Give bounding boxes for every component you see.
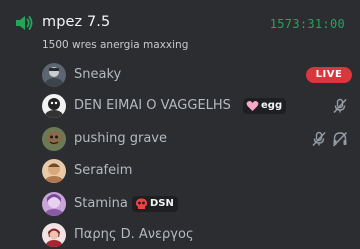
voice-member[interactable]: Παρης D. Ανεργος	[38, 221, 360, 249]
channel-name: mpez 7.5	[42, 14, 111, 30]
member-name: Παρης D. Ανεργος	[74, 227, 194, 242]
channel-status: 1500 wres anergia maxxing	[42, 39, 189, 51]
speaker-icon	[16, 16, 33, 30]
voice-member[interactable]: Stamina DSN	[38, 190, 360, 218]
voice-member[interactable]: Serafeim	[38, 157, 360, 185]
headset-deafened-icon	[332, 131, 348, 147]
avatar	[42, 192, 66, 216]
member-name: DEN EIMAI O VAGGELHS	[74, 98, 231, 113]
channel-timer: 1573:31:00	[269, 17, 345, 31]
live-badge: LIVE	[306, 67, 352, 83]
member-name: Serafeim	[74, 163, 133, 178]
mic-muted-icon	[312, 131, 326, 147]
voice-member[interactable]: Sneaky LIVE	[38, 61, 360, 89]
voice-member[interactable]: DEN EIMAI O VAGGELHS egg	[38, 92, 360, 120]
member-tag-text: egg	[261, 100, 283, 111]
avatar	[42, 63, 66, 87]
avatar	[42, 127, 66, 151]
member-name: Stamina	[74, 196, 128, 211]
avatar	[42, 159, 66, 183]
heart-icon	[246, 101, 259, 111]
member-name: pushing grave	[74, 131, 167, 146]
avatar	[42, 94, 66, 118]
member-name: Sneaky	[74, 67, 122, 82]
voice-member[interactable]: pushing grave	[38, 125, 360, 153]
member-tag: egg	[243, 98, 287, 114]
voice-channel[interactable]: mpez 7.5 1573:31:00	[0, 10, 360, 34]
member-tag: DSN	[132, 196, 178, 212]
skull-icon	[136, 198, 147, 209]
member-tag-text: DSN	[150, 198, 174, 209]
avatar	[42, 223, 66, 247]
mic-muted-icon	[333, 98, 347, 114]
